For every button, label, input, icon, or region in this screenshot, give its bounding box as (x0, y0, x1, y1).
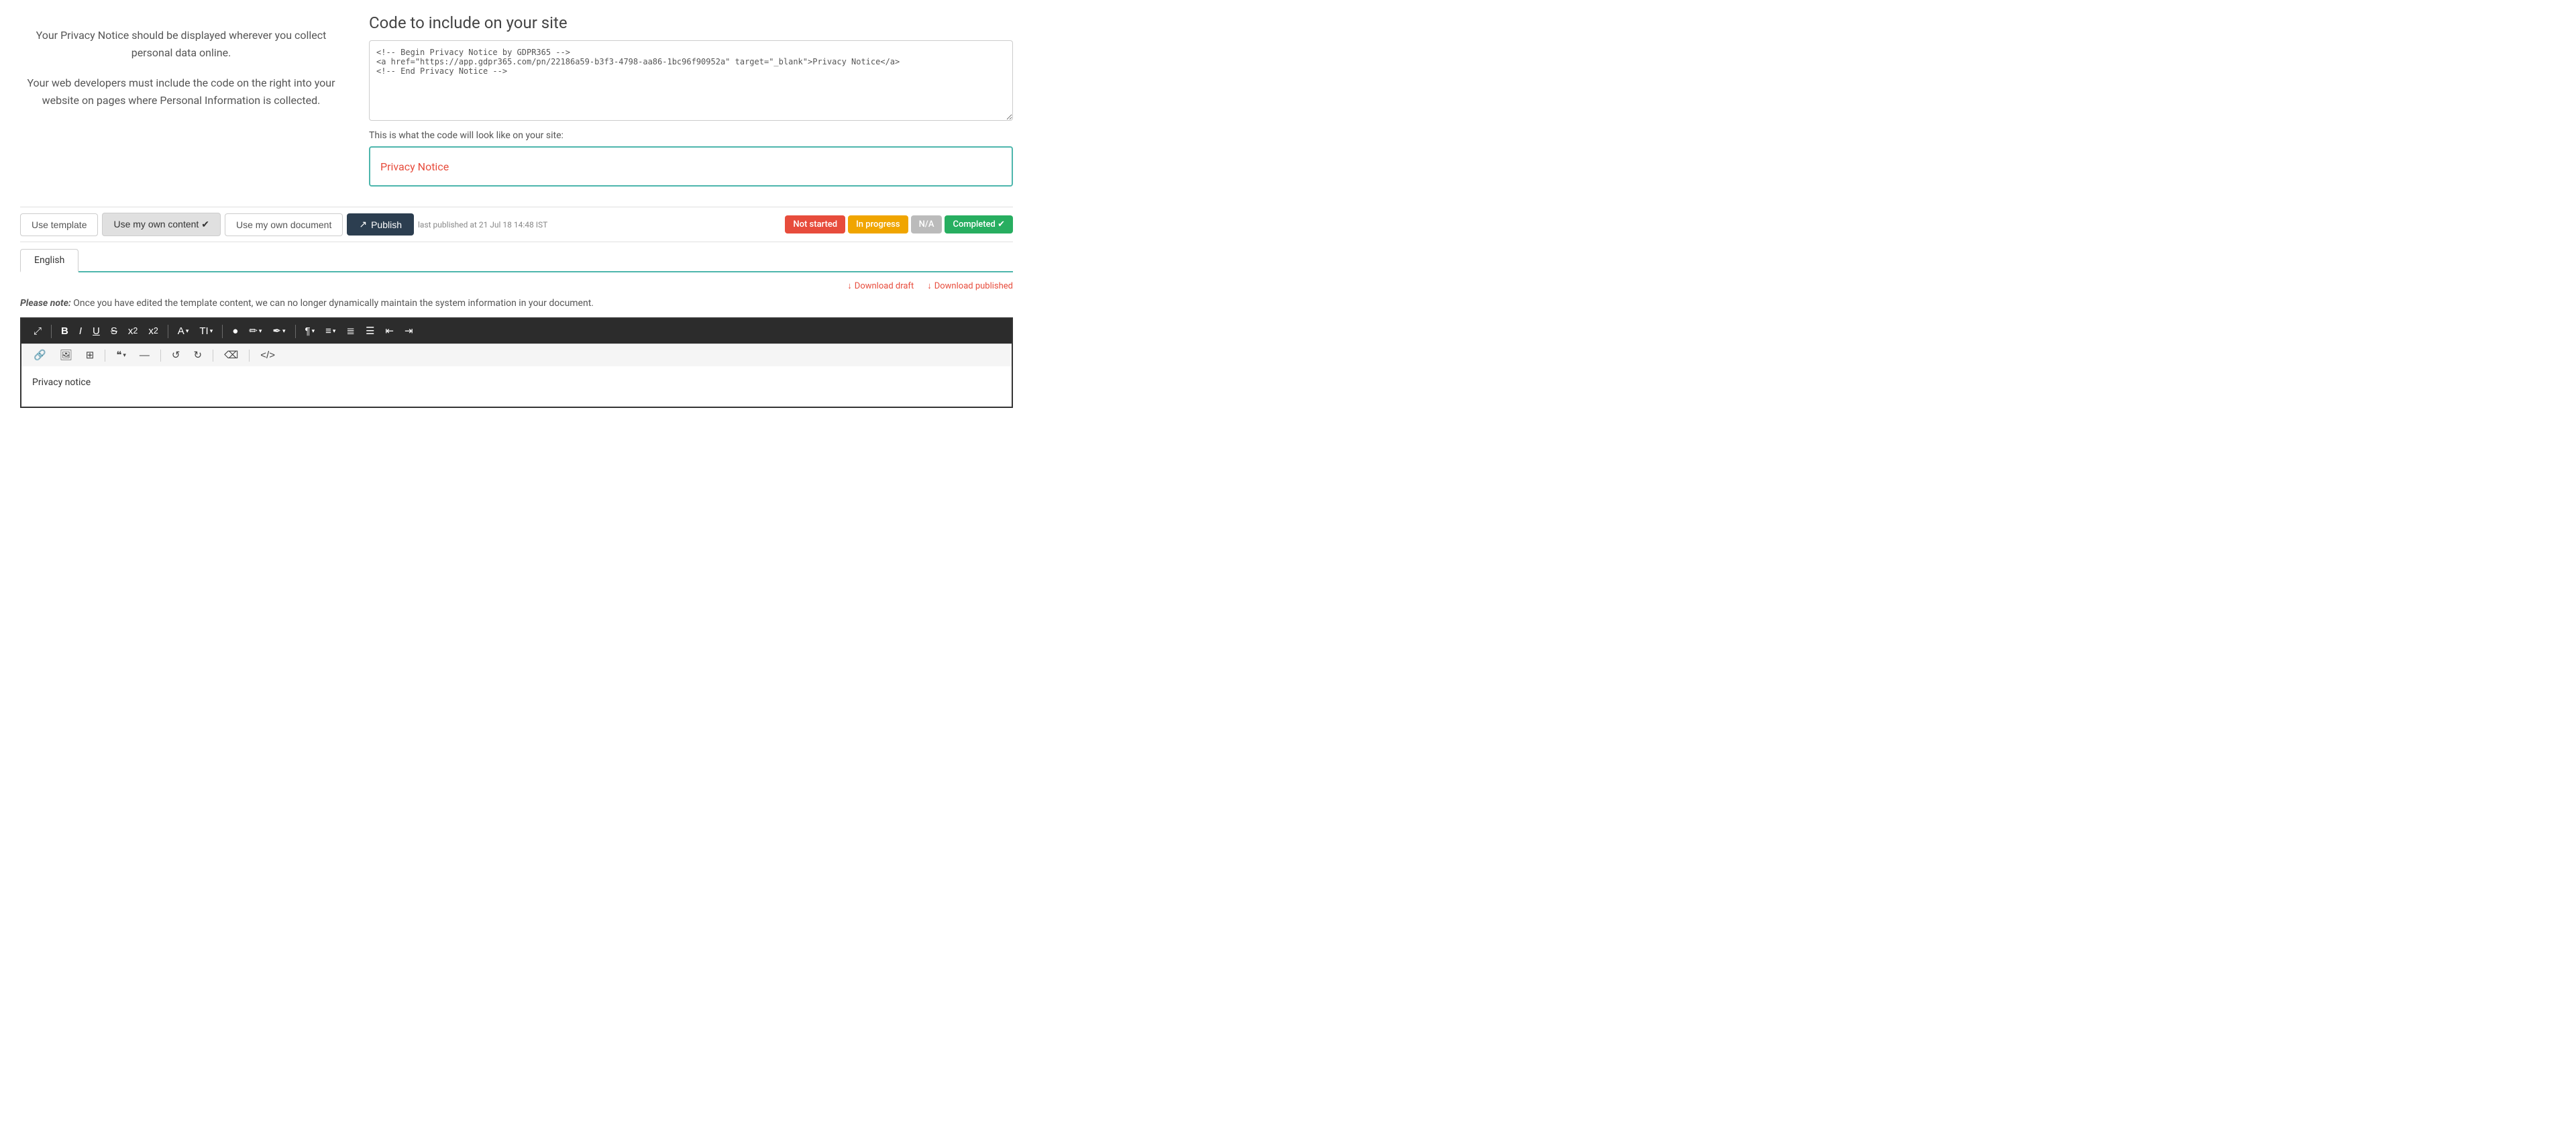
language-tabs: English (20, 249, 1013, 272)
notice-body: Once you have edited the template conten… (71, 298, 594, 309)
download-draft-link[interactable]: Download draft (847, 280, 914, 291)
info-paragraph-2: Your web developers must include the cod… (20, 74, 342, 109)
image-button[interactable]: 🖼 (56, 348, 76, 362)
align-button[interactable]: ≡▾ (321, 324, 339, 338)
badge-not-started: Not started (785, 215, 845, 233)
eraser-button[interactable]: ⌫ (220, 348, 242, 362)
bold-button[interactable]: B (57, 324, 72, 338)
link-button[interactable]: 🔗 (30, 348, 50, 362)
undo-button[interactable]: ↺ (168, 348, 184, 362)
download-published-link[interactable]: Download published (927, 280, 1013, 291)
separator-6 (160, 350, 161, 362)
info-paragraph-1: Your Privacy Notice should be displayed … (20, 27, 342, 61)
table-button[interactable]: ⊞ (82, 348, 99, 362)
editor-content[interactable]: Privacy notice (21, 366, 1012, 407)
superscript-button[interactable]: x2 (144, 324, 162, 338)
blockquote-button[interactable]: ❝▾ (112, 348, 130, 362)
tab-english[interactable]: English (20, 249, 78, 272)
preview-label: This is what the code will look like on … (369, 130, 1013, 141)
pen-button[interactable]: ✏▾ (245, 324, 266, 338)
expand-button[interactable]: ⤢ (30, 324, 46, 338)
action-toolbar: Use template Use my own content ✔ Use my… (20, 207, 1013, 242)
publish-time: last published at 21 Jul 18 14:48 IST (418, 220, 547, 229)
tab-english-label: English (34, 255, 64, 266)
badge-in-progress: In progress (848, 215, 908, 233)
right-code-panel: Code to include on your site <!-- Begin … (369, 13, 1013, 187)
privacy-notice-preview-link[interactable]: Privacy Notice (380, 160, 449, 173)
subscript-button[interactable]: x2 (124, 324, 142, 338)
publish-icon: ↗ (359, 219, 367, 230)
font-color-button[interactable]: A▾ (174, 324, 193, 338)
editor-content-text: Privacy notice (32, 377, 91, 388)
notice-bold: Please note: (20, 298, 71, 309)
italic-button[interactable]: I (75, 324, 86, 338)
left-info-panel: Your Privacy Notice should be displayed … (20, 13, 342, 187)
indent-left-button[interactable]: ⇤ (381, 324, 398, 338)
use-template-button[interactable]: Use template (20, 213, 98, 236)
use-own-content-button[interactable]: Use my own content ✔ (102, 213, 220, 236)
unordered-list-button[interactable]: ☰ (362, 324, 378, 338)
notice-text: Please note: Once you have edited the te… (20, 297, 1013, 311)
font-size-button[interactable]: TI▾ (195, 324, 217, 338)
underline-button[interactable]: U (89, 324, 104, 338)
paragraph-button[interactable]: ¶▾ (301, 324, 319, 338)
editor: ⤢ B I U S x2 x2 A▾ TI▾ ● ✏▾ ✒▾ ¶▾ ≡▾ ≣ ☰… (20, 317, 1013, 408)
use-own-document-button[interactable]: Use my own document (225, 213, 343, 236)
status-badges: Not started In progress N/A Completed ✔ (785, 215, 1013, 233)
pen2-button[interactable]: ✒▾ (268, 324, 289, 338)
code-section-title: Code to include on your site (369, 13, 1013, 32)
code-textarea[interactable]: <!-- Begin Privacy Notice by GDPR365 -->… (369, 40, 1013, 121)
indent-right-button[interactable]: ⇥ (400, 324, 417, 338)
highlight-button[interactable]: ● (228, 324, 242, 338)
code-button[interactable]: </> (256, 348, 279, 362)
hr-button[interactable]: — (136, 348, 154, 362)
code-preview-box: Privacy Notice (369, 146, 1013, 187)
ordered-list-button[interactable]: ≣ (342, 324, 359, 338)
strikethrough-button[interactable]: S (107, 324, 121, 338)
editor-toolbar-row1: ⤢ B I U S x2 x2 A▾ TI▾ ● ✏▾ ✒▾ ¶▾ ≡▾ ≣ ☰… (21, 319, 1012, 344)
badge-completed: Completed ✔ (945, 215, 1013, 233)
publish-label: Publish (371, 219, 402, 230)
separator-3 (222, 325, 223, 338)
separator-4 (295, 325, 296, 338)
redo-button[interactable]: ↻ (190, 348, 207, 362)
separator-8 (249, 350, 250, 362)
editor-toolbar-row2: 🔗 🖼 ⊞ ❝▾ — ↺ ↻ ⌫ </> (21, 344, 1012, 366)
publish-button[interactable]: ↗ Publish (347, 213, 414, 236)
badge-na: N/A (911, 215, 943, 233)
download-links: Download draft Download published (20, 272, 1013, 297)
separator-1 (51, 325, 52, 338)
